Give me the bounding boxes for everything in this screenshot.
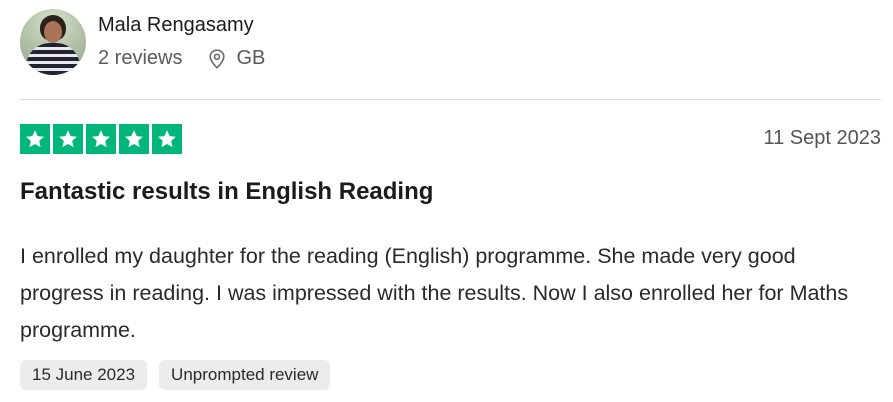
star-icon xyxy=(26,130,44,148)
star-rating xyxy=(20,124,182,154)
experience-date-tag[interactable]: 15 June 2023 xyxy=(20,360,148,390)
star-icon xyxy=(59,130,77,148)
star-icon xyxy=(125,130,143,148)
reviewer-name[interactable]: Mala Rengasamy xyxy=(98,14,265,37)
avatar-body xyxy=(26,43,80,75)
review-text: I enrolled my daughter for the reading (… xyxy=(20,244,849,342)
star-2 xyxy=(53,124,83,154)
review-card: Mala Rengasamy 2 reviews GB 11 Sept 2023… xyxy=(0,0,893,402)
location-label: GB xyxy=(236,47,266,69)
star-4 xyxy=(119,124,149,154)
divider xyxy=(20,99,881,100)
reviewer-location: GB xyxy=(208,47,265,70)
star-icon xyxy=(158,130,176,148)
review-tags: 15 June 2023 Unprompted review xyxy=(20,360,331,390)
review-type-tag[interactable]: Unprompted review xyxy=(159,360,331,390)
map-pin-icon xyxy=(209,48,226,69)
star-1 xyxy=(20,124,50,154)
star-icon xyxy=(92,130,110,148)
reviewer-meta: 2 reviews GB xyxy=(98,47,265,70)
avatar[interactable] xyxy=(20,9,86,75)
reviewer-info: Mala Rengasamy 2 reviews GB xyxy=(98,9,265,70)
avatar-face xyxy=(44,21,62,43)
star-5 xyxy=(152,124,182,154)
reviewer-header[interactable]: Mala Rengasamy 2 reviews GB xyxy=(20,9,265,75)
review-date: 11 Sept 2023 xyxy=(763,127,881,149)
review-count: 2 reviews xyxy=(98,47,183,69)
review-title[interactable]: Fantastic results in English Reading xyxy=(20,178,433,206)
star-3 xyxy=(86,124,116,154)
